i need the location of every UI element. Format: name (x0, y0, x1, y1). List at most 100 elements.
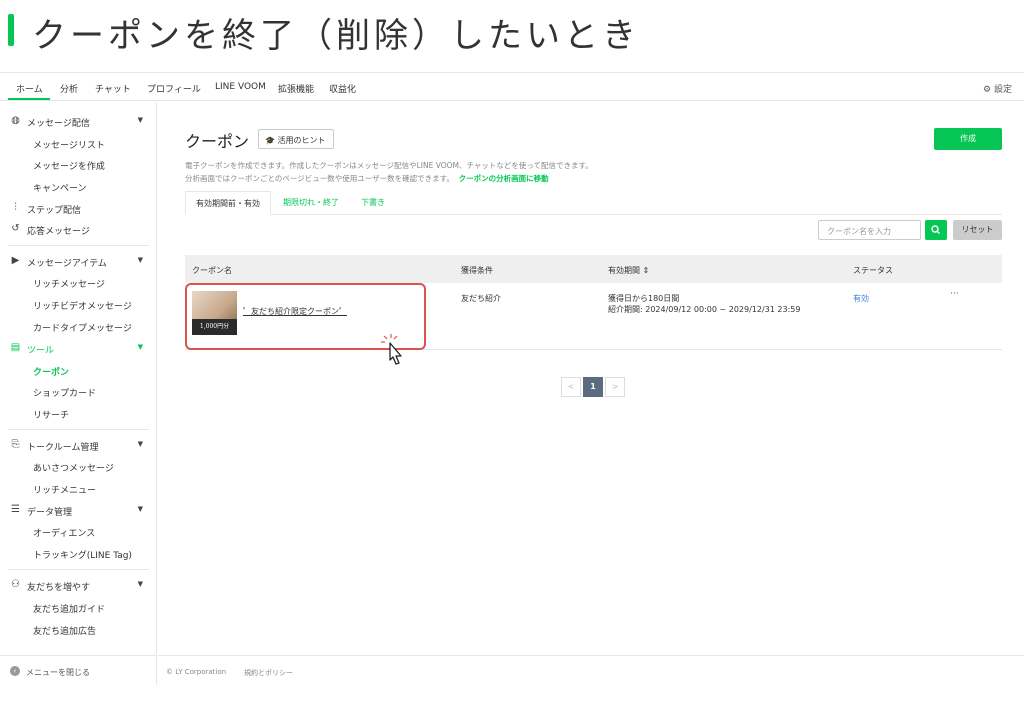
sidebar-item-label: ステップ配信 (27, 206, 82, 216)
gear-icon: ⚙ (983, 85, 992, 95)
create-button[interactable]: 作成 (934, 128, 1002, 150)
tab-line-voom[interactable]: LINE VOOM (215, 82, 266, 92)
sidebar-item-label: 応答メッセージ (27, 227, 90, 237)
sidebar-item-tools[interactable]: ▤ ツール ▼ (0, 339, 157, 359)
settings-label: 設定 (993, 85, 1012, 95)
close-menu-label: メニューを閉じる (26, 668, 90, 677)
talkroom-icon: ⎘ (11, 439, 20, 450)
tab-home[interactable]: ホーム (16, 82, 43, 95)
coupon-status-tabs: 有効期間前・有効 期限切れ・終了 下書き (185, 191, 1002, 215)
search-button[interactable] (925, 220, 947, 240)
sidebar: ◍ メッセージ配信 ▼ メッセージリスト メッセージを作成 キャンペーン ⫶ ス… (0, 102, 157, 685)
banner-title: クーポンを終了（削除）したいとき (32, 16, 640, 56)
message-item-icon: ▶ (11, 255, 20, 266)
column-header-period-label: 有効期間 (608, 266, 640, 275)
sidebar-item-auto-reply[interactable]: ↺ 応答メッセージ (0, 220, 157, 240)
top-navigation: ホーム 分析 チャット プロフィール LINE VOOM 拡張機能 収益化 ⚙ … (0, 73, 1024, 101)
description-line-2: 分析画面ではクーポンごとのページビュー数や使用ユーザー数を確認できます。 (185, 174, 454, 183)
sidebar-subitem-card-message[interactable]: カードタイプメッセージ (33, 321, 132, 334)
sidebar-item-step-delivery[interactable]: ⫶ ステップ配信 (0, 199, 157, 219)
sidebar-item-label: メッセージアイテム (27, 259, 107, 269)
sidebar-divider (8, 245, 149, 246)
page-number-current[interactable]: 1 (583, 377, 603, 397)
chevron-down-icon: ▼ (137, 505, 143, 513)
column-header-status: ステータス (853, 266, 893, 275)
sidebar-item-label: トークルーム管理 (27, 443, 99, 453)
sidebar-item-label: データ管理 (27, 508, 73, 518)
tab-profile[interactable]: プロフィール (147, 82, 201, 95)
tab-extensions[interactable]: 拡張機能 (278, 82, 314, 95)
sidebar-subitem-create-message[interactable]: メッセージを作成 (33, 159, 105, 172)
chevron-down-icon: ▼ (137, 440, 143, 448)
sidebar-divider (8, 429, 149, 430)
sidebar-subitem-tracking[interactable]: トラッキング(LINE Tag) (33, 548, 132, 561)
settings-link[interactable]: ⚙ 設定 (983, 82, 1012, 95)
description-line-1: 電子クーポンを作成できます。作成したクーポンはメッセージ配信やLINE VOOM… (185, 161, 593, 170)
copyright-text: © LY Corporation (166, 668, 227, 676)
sidebar-subitem-friend-ads[interactable]: 友だち追加広告 (33, 624, 96, 637)
sidebar-item-label: 友だちを増やす (27, 583, 91, 593)
chevron-down-icon: ▼ (137, 116, 143, 124)
next-page-button[interactable]: > (605, 377, 625, 397)
sidebar-subitem-rich-menu[interactable]: リッチメニュー (33, 483, 96, 496)
chevron-down-icon: ▼ (137, 580, 143, 588)
sidebar-subitem-greeting[interactable]: あいさつメッセージ (33, 461, 114, 474)
add-friend-icon: ⚇ (11, 579, 20, 590)
broadcast-icon: ◍ (11, 115, 20, 126)
column-header-condition: 獲得条件 (461, 266, 493, 275)
table-header: クーポン名 獲得条件 有効期間 ⇕ ステータス (185, 255, 1002, 283)
sidebar-item-data-management[interactable]: ☰ データ管理 ▼ (0, 501, 157, 521)
chevron-down-icon: ▼ (137, 256, 143, 264)
page-footer: © LY Corporation 規約とポリシー (158, 655, 1024, 685)
hint-button-label: 活用のヒント (277, 136, 326, 145)
page-description: 電子クーポンを作成できます。作成したクーポンはメッセージ配信やLINE VOOM… (185, 159, 593, 185)
column-header-period[interactable]: 有効期間 ⇕ (608, 265, 649, 276)
sidebar-item-message-delivery[interactable]: ◍ メッセージ配信 ▼ (0, 112, 157, 132)
reset-button[interactable]: リセット (953, 220, 1002, 240)
sidebar-subitem-friend-guide[interactable]: 友だち追加ガイド (33, 602, 105, 615)
sidebar-subitem-coupon[interactable]: クーポン (33, 365, 69, 378)
tab-expired-coupons[interactable]: 期限切れ・終了 (273, 191, 349, 215)
sidebar-subitem-message-list[interactable]: メッセージリスト (33, 138, 105, 151)
page-title: クーポン (185, 132, 250, 151)
coupon-period-duration: 獲得日から180日間 (608, 294, 680, 303)
sidebar-item-label: ツール (27, 346, 55, 356)
sidebar-item-message-items[interactable]: ▶ メッセージアイテム ▼ (0, 252, 157, 272)
sidebar-subitem-audience[interactable]: オーディエンス (33, 526, 95, 539)
graduation-cap-icon: 🎓 (265, 136, 275, 145)
hint-button[interactable]: 🎓 活用のヒント (258, 129, 334, 149)
active-tab-indicator (8, 98, 50, 100)
database-icon: ☰ (11, 504, 20, 515)
sidebar-item-add-friends[interactable]: ⚇ 友だちを増やす ▼ (0, 576, 157, 596)
sidebar-subitem-shop-card[interactable]: ショップカード (33, 386, 96, 399)
step-icon: ⫶ (14, 202, 17, 213)
prev-page-button[interactable]: < (561, 377, 581, 397)
sidebar-item-label: メッセージ配信 (27, 119, 90, 129)
app-window: ホーム 分析 チャット プロフィール LINE VOOM 拡張機能 収益化 ⚙ … (0, 72, 1024, 685)
tab-active-coupons[interactable]: 有効期間前・有効 (185, 191, 271, 215)
coupon-period-range: 紹介期間: 2024/09/12 00:00 ~ 2029/12/31 23:5… (608, 305, 801, 314)
tab-drafts[interactable]: 下書き (351, 191, 395, 215)
sidebar-subitem-campaign[interactable]: キャンペーン (33, 181, 87, 194)
sidebar-subitem-rich-video-message[interactable]: リッチビデオメッセージ (33, 299, 132, 312)
tutorial-banner: クーポンを終了（削除）したいとき (0, 0, 1024, 62)
banner-accent-bar (8, 14, 14, 46)
search-icon (931, 225, 940, 234)
sidebar-item-talkroom[interactable]: ⎘ トークルーム管理 ▼ (0, 436, 157, 456)
coupon-search-input[interactable]: クーポン名を入力 (818, 220, 921, 240)
sidebar-subitem-rich-message[interactable]: リッチメッセージ (33, 277, 105, 290)
tab-monetization[interactable]: 収益化 (329, 82, 356, 95)
more-options-icon[interactable]: ··· (950, 289, 959, 299)
pointer-hand-icon (381, 334, 402, 365)
sort-icon: ⇕ (642, 266, 650, 275)
chevron-left-icon: ‹ (10, 666, 20, 676)
main-content: クーポン 🎓 活用のヒント 作成 電子クーポンを作成できます。作成したクーポンは… (158, 102, 1024, 655)
tab-chat[interactable]: チャット (95, 82, 131, 95)
coupon-condition: 友だち紹介 (461, 294, 501, 303)
close-menu-button[interactable]: ‹ メニューを閉じる (0, 655, 157, 685)
sidebar-subitem-research[interactable]: リサーチ (33, 408, 69, 421)
policy-link[interactable]: 規約とポリシー (244, 668, 293, 678)
tab-analytics[interactable]: 分析 (60, 82, 78, 95)
analytics-link[interactable]: クーポンの分析画面に移動 (459, 174, 549, 183)
reply-icon: ↺ (11, 223, 20, 234)
